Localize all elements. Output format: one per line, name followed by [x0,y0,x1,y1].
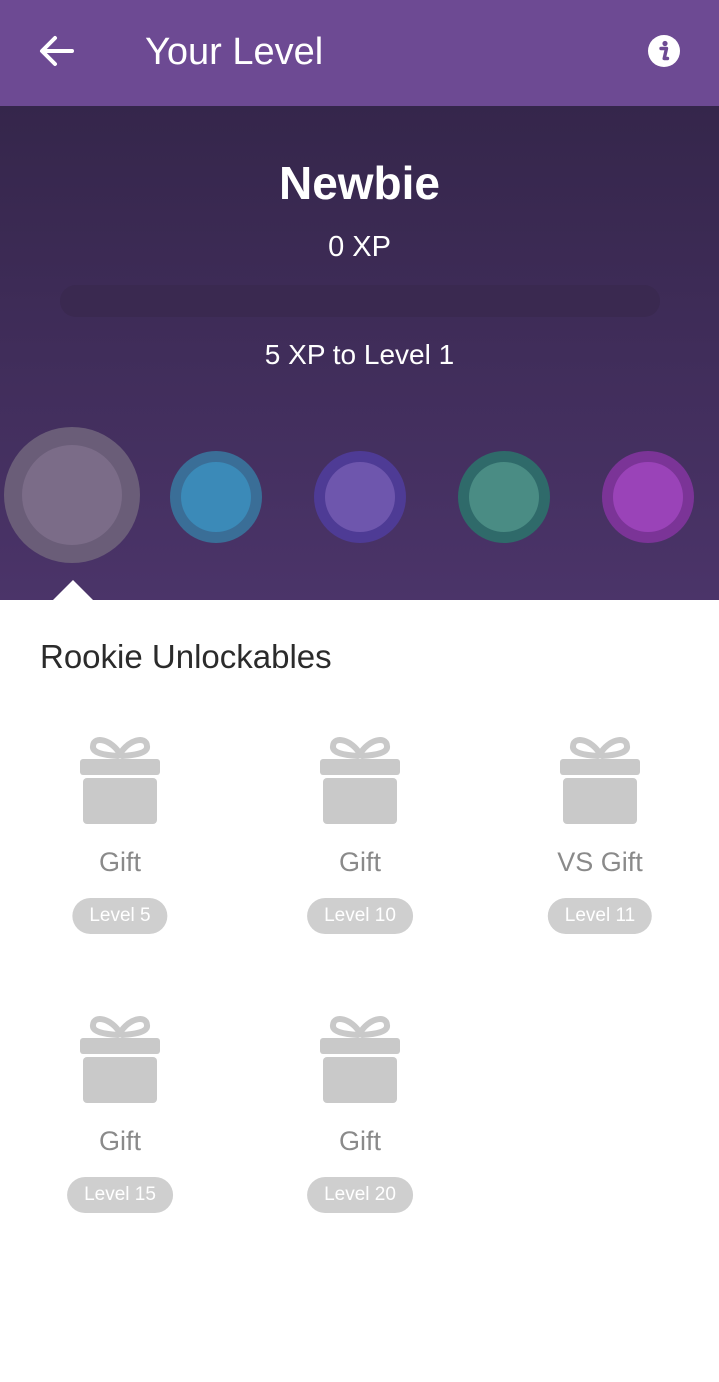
level-tier-dot-1[interactable] [4,427,140,563]
back-button[interactable] [36,31,76,71]
app-bar: Your Level [0,0,719,106]
gift-icon [80,1016,160,1103]
gift-icon [560,737,640,824]
level-tier-dot-3[interactable] [314,451,406,543]
app: Your Level Newbie 0 XP 5 XP to Level 1 R… [0,0,719,1382]
level-tier-dot-fill [22,445,122,545]
unlockable-name: VS Gift [557,847,643,877]
gift-icon [320,1016,400,1103]
level-hero: Newbie 0 XP 5 XP to Level 1 [0,106,719,601]
unlockable-item[interactable]: Gift Level 20 [260,1015,460,1225]
unlock-level-badge: Level 20 [307,1177,413,1213]
gift-icon [320,737,400,824]
unlock-level-badge: Level 15 [67,1177,173,1213]
xp-to-next-level: 5 XP to Level 1 [264,339,455,370]
unlock-level-badge: Level 11 [547,898,653,934]
unlockable-item[interactable]: Gift Level 10 [260,736,460,946]
page-title: Your Level [145,31,324,73]
arrow-left-icon [40,36,74,66]
level-tier-dot-fill [469,462,539,532]
info-icon [648,35,680,67]
unlockable-name: Gift [98,1126,141,1156]
unlockable-item[interactable]: Gift Level 15 [20,1015,220,1225]
info-button[interactable] [647,34,681,68]
level-tier-dot-4[interactable] [458,451,550,543]
gift-icon [80,737,160,824]
unlockables-title: Rookie Unlockables [40,638,332,675]
xp-value: 0 XP [328,231,391,263]
unlock-level-badge: Level 10 [307,898,413,934]
level-name: Newbie [278,157,441,209]
unlockable-item[interactable]: VS Gift Level 11 [500,736,700,946]
level-tier-dot-fill [613,462,683,532]
unlockable-name: Gift [98,847,141,877]
unlock-level-badge: Level 5 [72,898,168,934]
unlockable-name: Gift [338,847,381,877]
unlockable-item[interactable]: Gift Level 5 [20,736,220,946]
selected-tier-pointer [52,580,94,601]
level-tier-dot-fill [181,462,251,532]
xp-progress-bar [60,285,660,317]
unlockable-name: Gift [338,1126,381,1156]
level-tier-dot-5[interactable] [602,451,694,543]
level-tier-dot-2[interactable] [170,451,262,543]
level-tier-dot-fill [325,462,395,532]
